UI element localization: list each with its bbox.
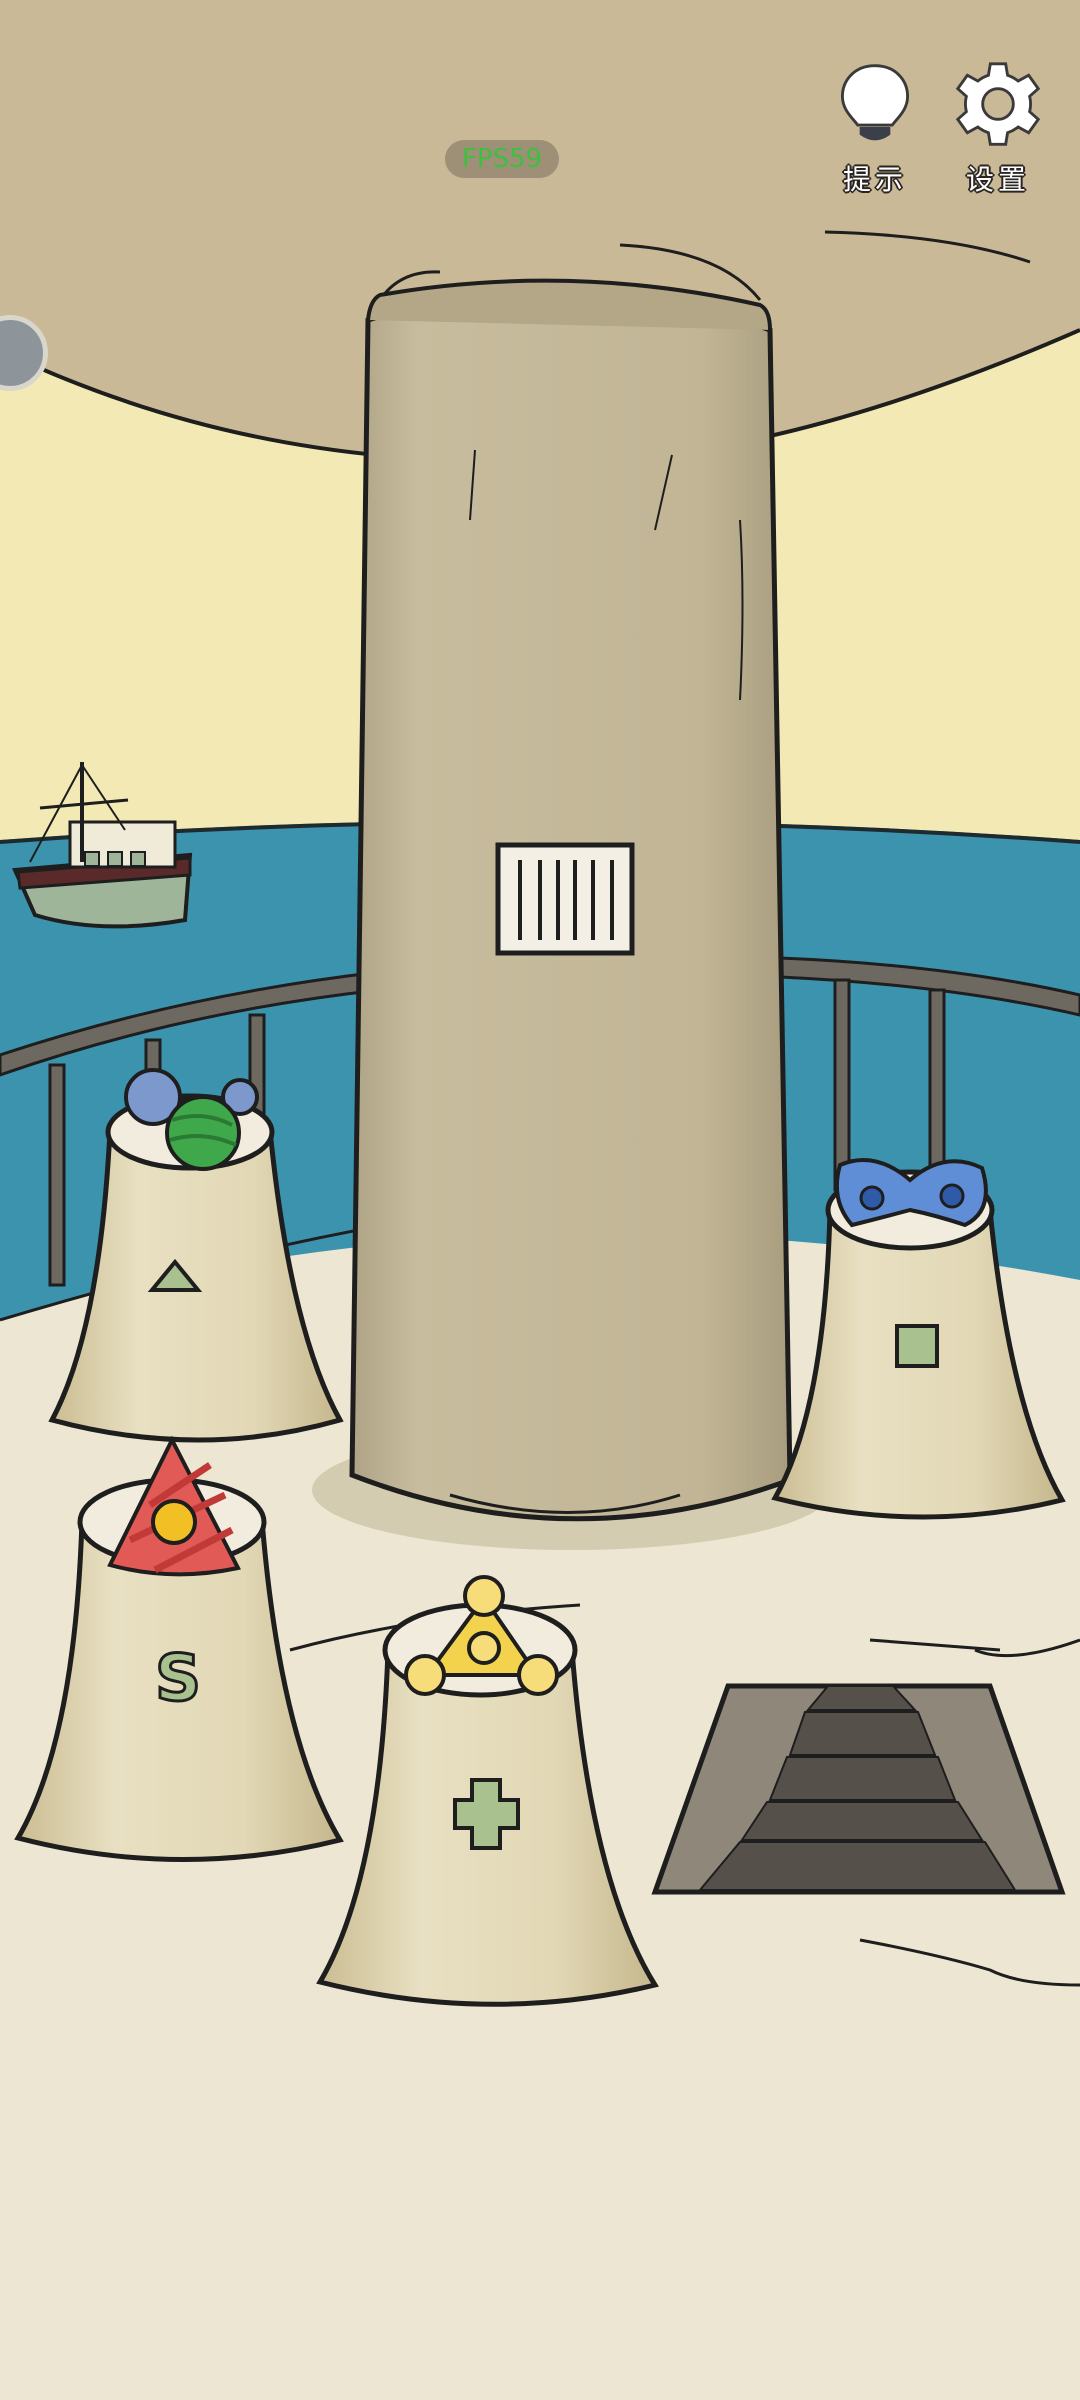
settings-button[interactable]: 设置: [943, 58, 1053, 198]
game-scene: S: [0, 0, 1080, 2400]
hint-button[interactable]: 提示: [820, 58, 930, 198]
central-pillar: [312, 278, 832, 1550]
hint-label: 提示: [842, 163, 907, 196]
stairs-opening[interactable]: [651, 1683, 1066, 1895]
settings-label: 设置: [965, 163, 1030, 196]
square-symbol: [895, 1324, 939, 1368]
lightbulb-icon: [840, 64, 910, 141]
gear-icon: [955, 62, 1041, 146]
fps-counter: FPS59: [445, 140, 559, 178]
s-symbol: S: [155, 1642, 201, 1716]
